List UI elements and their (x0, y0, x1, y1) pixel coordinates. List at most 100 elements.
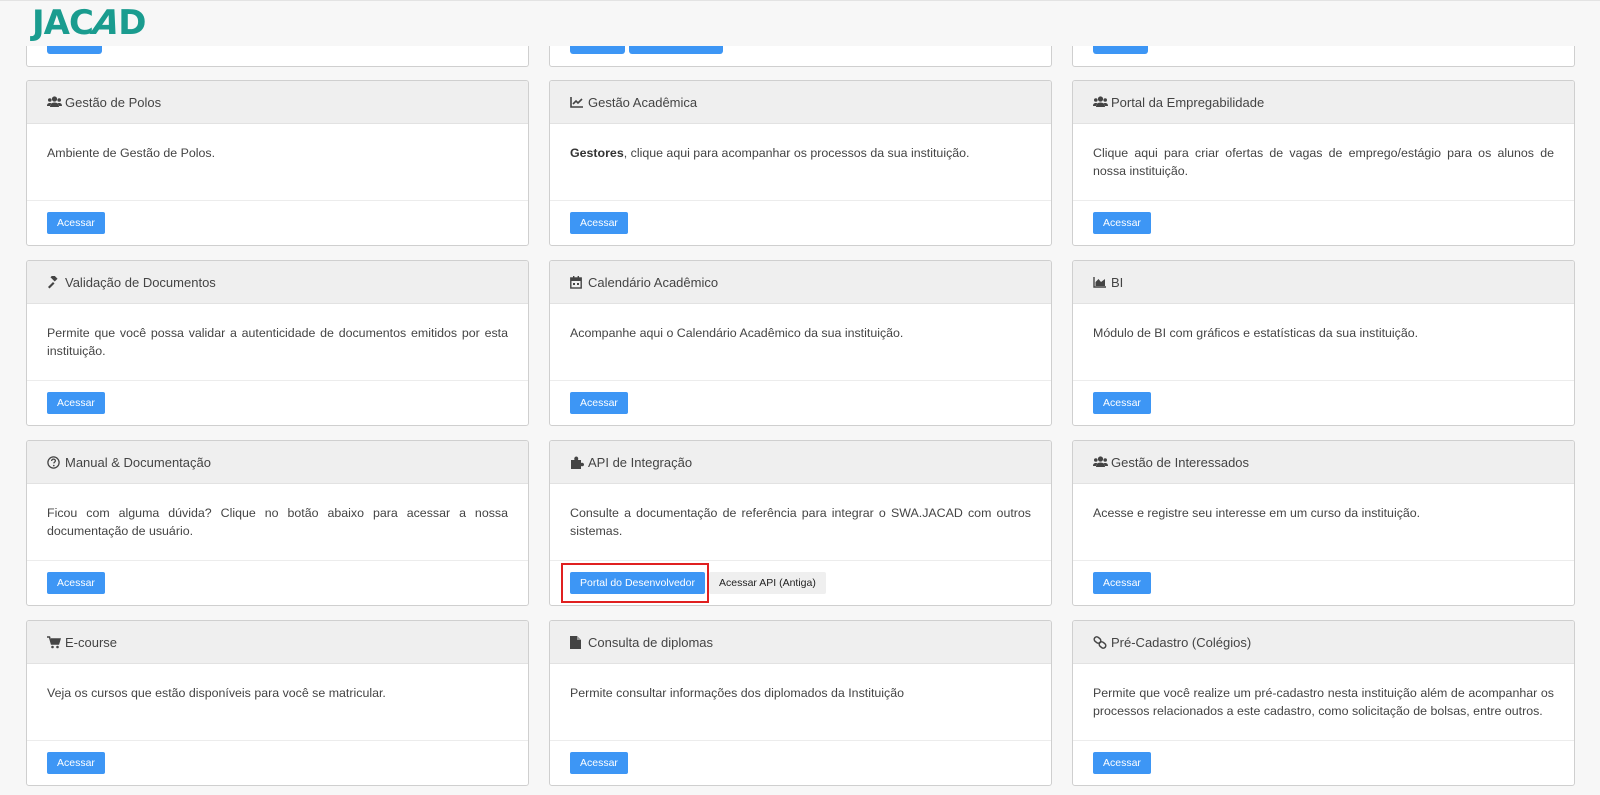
card-api-de-integracao: API de Integração Consulte a documentação… (549, 440, 1052, 606)
card-description-text: Módulo de BI com gráficos e estatísticas… (1093, 326, 1419, 340)
card-footer: Portal do Desenvolvedor Acessar API (Anti… (550, 561, 1051, 605)
card-title: Portal da Empregabilidade (1111, 94, 1265, 110)
card-bi: BI Módulo de BI com gráficos e estatístic… (1072, 260, 1575, 426)
card-e-course: E-course Veja os cursos que estão disponí… (26, 620, 529, 786)
card-title: Gestão de Interessados (1111, 454, 1250, 470)
logo-text: JAC (32, 3, 94, 43)
card-header: Gestão Acadêmica (550, 81, 1051, 124)
card-description: Permite que você possa validar a autenti… (27, 304, 528, 381)
jacad-logo[interactable]: JACAD (32, 3, 146, 43)
card-footer: Acessar (27, 201, 528, 245)
card-footer: Acessar (1073, 201, 1574, 245)
card-description-text: Acompanhe aqui o Calendário Acadêmico da… (570, 326, 904, 340)
card-title: Consulta de diplomas (588, 634, 714, 650)
portal-desenvolvedor-button[interactable]: Portal do Desenvolvedor (570, 572, 705, 594)
card-footer: Acessar (1073, 561, 1574, 605)
card-manual-documentacao: Manual & Documentação Ficou com alguma dú… (26, 440, 529, 606)
card-header: Validação de Documentos (27, 261, 528, 304)
card-title: BI (1111, 274, 1124, 290)
card-description-text: Acesse e registre seu interesse em um cu… (1093, 506, 1421, 520)
card-description: Gestores, clique aqui para acompanhar os… (550, 124, 1051, 201)
card-gestao-de-interessados: Gestão de Interessados Acesse e registre … (1072, 440, 1575, 606)
partial-button[interactable] (1093, 46, 1148, 54)
card-description-text: Consulte a documentação de referência pa… (570, 506, 1031, 538)
card-portal-da-empregabilidade: Portal da Empregabilidade Clique aqui par… (1072, 80, 1575, 246)
card-footer: Acessar (27, 561, 528, 605)
users-icon (1093, 455, 1109, 469)
file-icon (570, 635, 586, 649)
card-description: Módulo de BI com gráficos e estatísticas… (1073, 304, 1574, 381)
acessar-button[interactable]: Acessar (47, 572, 105, 594)
card-header: Pré-Cadastro (Colégios) (1073, 621, 1574, 664)
cart-icon (47, 635, 63, 649)
acessar-button[interactable]: Acessar (1093, 752, 1151, 774)
line-chart-icon (570, 95, 586, 109)
area-chart-icon (1093, 275, 1109, 289)
card-description: Ambiente de Gestão de Polos. (27, 124, 528, 201)
card-description: Ficou com alguma dúvida? Clique no botão… (27, 484, 528, 561)
card-title: Validação de Documentos (65, 274, 216, 290)
card-description: Veja os cursos que estão disponíveis par… (27, 664, 528, 741)
card-title: Calendário Acadêmico (588, 274, 719, 290)
acessar-button[interactable]: Acessar (47, 392, 105, 414)
card-description-text: Permite que você realize um pré-cadastro… (1093, 686, 1554, 718)
card-validacao-de-documentos: Validação de Documentos Permite que você … (26, 260, 529, 426)
acessar-button[interactable]: Acessar (47, 212, 105, 234)
card-header: Consulta de diplomas (550, 621, 1051, 664)
card-footer: Acessar (1073, 741, 1574, 785)
card-description-text: Clique aqui para criar ofertas de vagas … (1093, 146, 1554, 178)
card-footer: Acessar (550, 741, 1051, 785)
question-circle-icon (47, 455, 63, 469)
card-gestao-academica: Gestão Acadêmica Gestores, clique aqui pa… (549, 80, 1052, 246)
card-footer: Acessar (550, 201, 1051, 245)
card-description-text: Veja os cursos que estão disponíveis par… (47, 686, 386, 700)
card-description: Clique aqui para criar ofertas de vagas … (1073, 124, 1574, 201)
modules-grid: Gestão de Polos Ambiente de Gestão de Pol… (26, 80, 1575, 786)
card-consulta-de-diplomas: Consulta de diplomas Permite consultar in… (549, 620, 1052, 786)
card-description-text: , clique aqui para acompanhar os process… (623, 146, 970, 160)
calendar-icon (570, 275, 586, 289)
card-description: Permite consultar informações dos diplom… (550, 664, 1051, 741)
acessar-button[interactable]: Acessar (1093, 392, 1151, 414)
card-header: API de Integração (550, 441, 1051, 484)
partial-button[interactable] (629, 46, 723, 54)
card-title: Gestão de Polos (65, 94, 162, 110)
card-pre-cadastro-colegios: Pré-Cadastro (Colégios) Permite que você … (1072, 620, 1575, 786)
acessar-button[interactable]: Acessar (570, 392, 628, 414)
acessar-api-antiga-button[interactable]: Acessar API (Antiga) (708, 572, 826, 594)
card-title: E-course (65, 634, 118, 650)
top-bar: JACAD (0, 0, 1600, 46)
card-description-text: Ficou com alguma dúvida? Clique no botão… (47, 506, 508, 538)
card-calendario-academico: Calendário Acadêmico Acompanhe aqui o Cal… (549, 260, 1052, 426)
partial-button[interactable] (47, 46, 102, 54)
gavel-icon (47, 275, 63, 289)
card-description: Acesse e registre seu interesse em um cu… (1073, 484, 1574, 561)
card-footer: Acessar (550, 381, 1051, 425)
acessar-button[interactable]: Acessar (570, 752, 628, 774)
card-footer: Acessar (1073, 381, 1574, 425)
card-description: Acompanhe aqui o Calendário Acadêmico da… (550, 304, 1051, 381)
card-description-text: Permite consultar informações dos diplom… (570, 686, 905, 700)
card-description: Permite que você realize um pré-cadastro… (1073, 664, 1574, 741)
card-description-text: Ambiente de Gestão de Polos. (47, 146, 216, 160)
card-title: Gestão Acadêmica (588, 94, 698, 110)
card-header: Portal da Empregabilidade (1073, 81, 1574, 124)
acessar-button[interactable]: Acessar (570, 212, 628, 234)
puzzle-icon (570, 455, 586, 469)
users-icon (1093, 95, 1109, 109)
card-footer: Acessar (27, 741, 528, 785)
card-header: E-course (27, 621, 528, 664)
acessar-button[interactable]: Acessar (47, 752, 105, 774)
link-icon (1093, 635, 1109, 649)
card-description: Consulte a documentação de referência pa… (550, 484, 1051, 561)
card-header: Gestão de Polos (27, 81, 528, 124)
card-title: Pré-Cadastro (Colégios) (1111, 634, 1252, 650)
acessar-button[interactable]: Acessar (1093, 212, 1151, 234)
card-header: BI (1073, 261, 1574, 304)
acessar-button[interactable]: Acessar (1093, 572, 1151, 594)
card-footer: Acessar (27, 381, 528, 425)
partial-button[interactable] (570, 46, 625, 54)
card-description-text: Permite que você possa validar a autenti… (47, 326, 508, 358)
card-gestao-de-polos: Gestão de Polos Ambiente de Gestão de Pol… (26, 80, 529, 246)
card-header: Manual & Documentação (27, 441, 528, 484)
